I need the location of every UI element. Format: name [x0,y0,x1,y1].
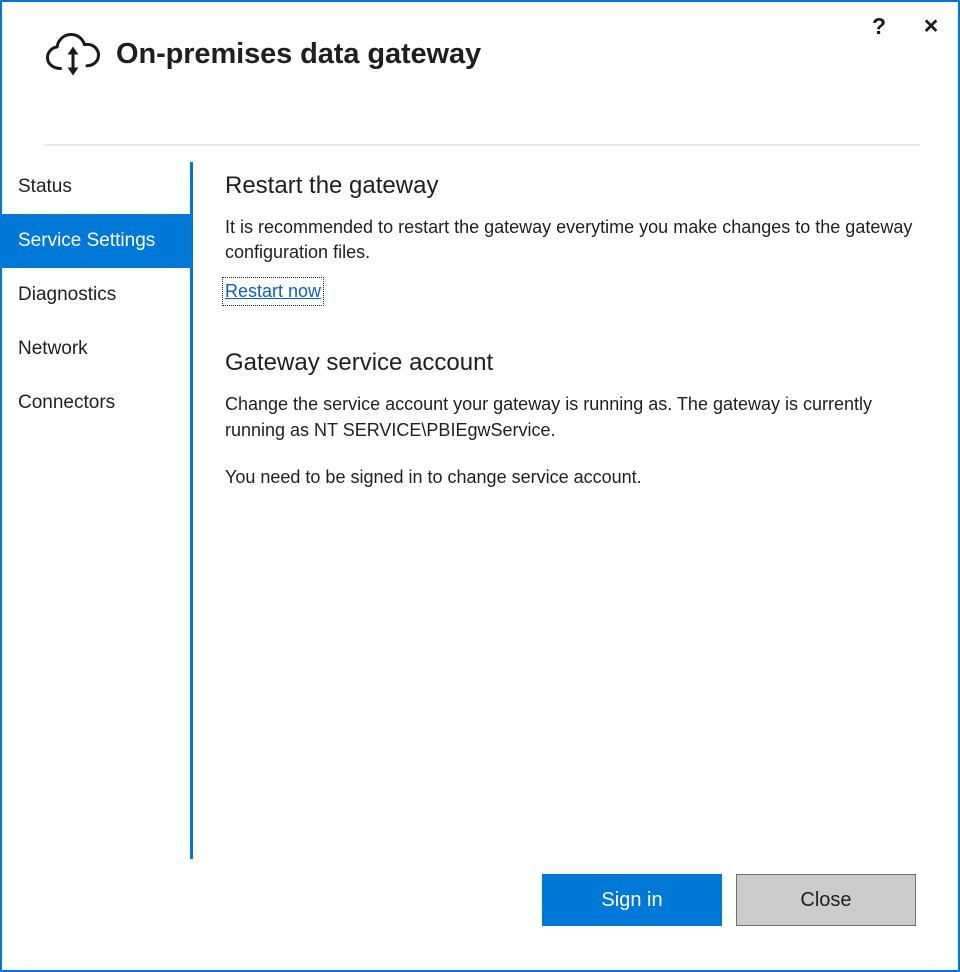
restart-link-container: Restart now [225,280,920,303]
close-icon: × [924,12,939,41]
sidebar-item-label: Diagnostics [18,284,116,306]
sidebar-accent-divider [190,162,193,859]
service-account-section-heading: Gateway service account [225,349,920,378]
sidebar-nav: Status Service Settings Diagnostics Netw… [2,160,191,430]
app-header: On-premises data gateway [44,30,481,78]
sidebar-item-label: Network [18,338,88,360]
service-account-note: You need to be signed in to change servi… [225,465,920,491]
sidebar-item-network[interactable]: Network [2,322,191,376]
sidebar-item-label: Connectors [18,392,115,414]
sidebar-item-label: Status [18,176,72,198]
help-button[interactable]: ? [862,10,896,42]
header-divider [44,144,920,146]
sidebar-item-diagnostics[interactable]: Diagnostics [2,268,191,322]
sidebar-item-label: Service Settings [18,230,155,252]
restart-now-link[interactable]: Restart now [225,280,321,303]
sidebar-item-connectors[interactable]: Connectors [2,376,191,430]
footer-actions: Sign in Close [542,874,916,926]
main-content: Restart the gateway It is recommended to… [225,172,920,491]
question-mark-icon: ? [872,13,886,40]
cloud-sync-icon [44,30,102,78]
close-window-button[interactable]: × [914,10,948,42]
sidebar-item-status[interactable]: Status [2,160,191,214]
close-button[interactable]: Close [736,874,916,926]
restart-section-heading: Restart the gateway [225,172,920,201]
gateway-window: ? × On-premises data gateway Status Serv… [0,0,960,972]
service-account-description: Change the service account your gateway … [225,392,920,443]
titlebar-controls: ? × [862,10,948,42]
sidebar-item-service-settings[interactable]: Service Settings [2,214,191,268]
restart-section-description: It is recommended to restart the gateway… [225,215,920,266]
page-title: On-premises data gateway [116,38,481,71]
sign-in-button[interactable]: Sign in [542,874,722,926]
